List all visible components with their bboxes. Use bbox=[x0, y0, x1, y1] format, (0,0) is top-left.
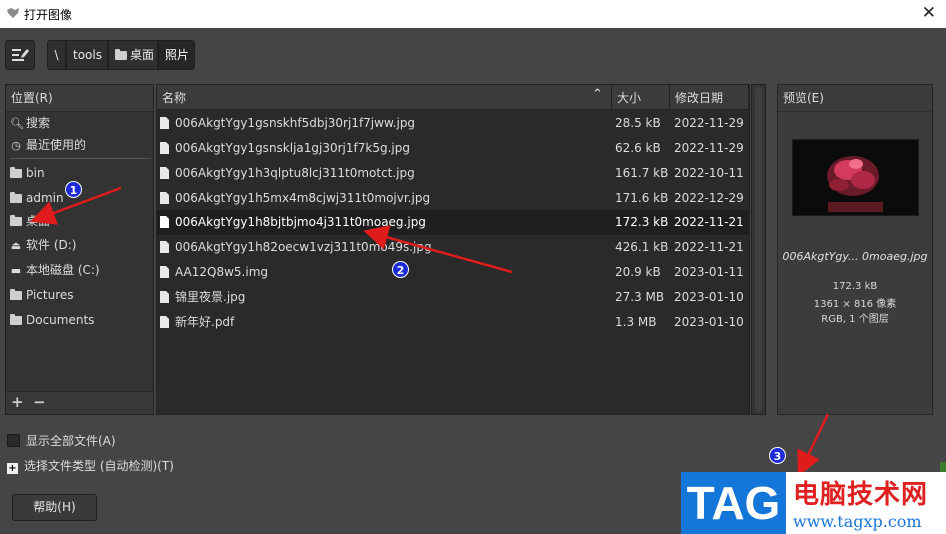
watermark-cn: 电脑技术网 bbox=[793, 480, 929, 510]
annotation-badge-1: 1 bbox=[65, 181, 82, 198]
annotation-badge-2: 2 bbox=[392, 261, 409, 278]
watermark-tag: TAG bbox=[681, 472, 786, 534]
watermark-logo: TAG 电脑技术网 www.tagxp.com bbox=[681, 472, 946, 534]
annotation-arrows bbox=[30, 186, 830, 477]
arrow-to-open-button bbox=[797, 413, 830, 477]
annotation-badge-3: 3 bbox=[769, 447, 786, 464]
open-button-edge bbox=[940, 462, 946, 472]
watermark-url: www.tagxp.com bbox=[793, 512, 922, 531]
arrow-to-selected-file bbox=[363, 225, 513, 274]
